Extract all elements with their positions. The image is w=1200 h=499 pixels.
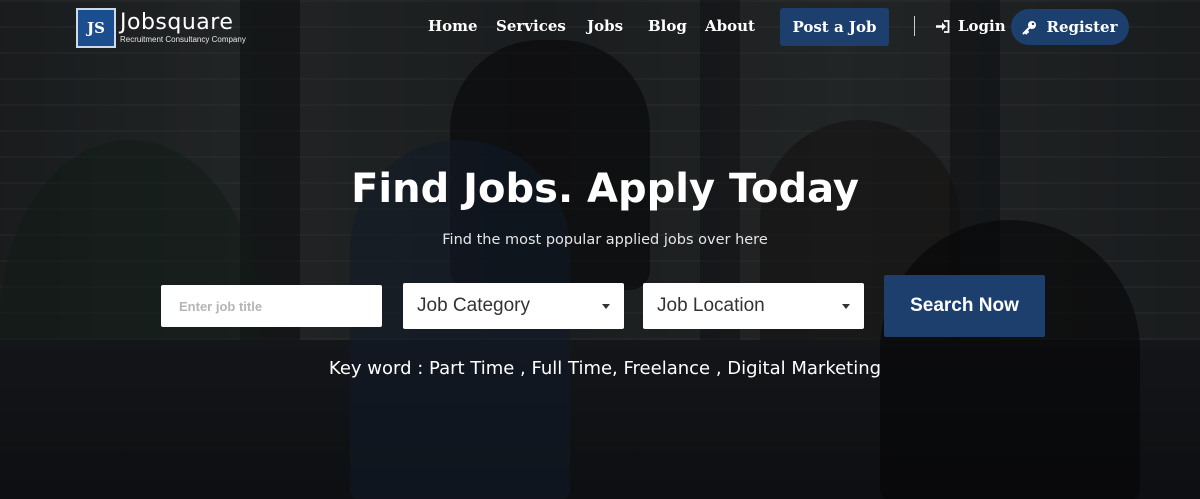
job-title-input[interactable] <box>161 285 382 327</box>
job-location-value: Job Location <box>657 295 765 316</box>
logo-text: Jobsquare Recruitment Consultancy Compan… <box>120 12 246 44</box>
hero-title: Find Jobs. Apply Today <box>351 166 859 212</box>
job-location-select[interactable]: Job Location <box>643 283 864 329</box>
job-category-value: Job Category <box>417 295 531 316</box>
site-logo[interactable]: JS Jobsquare Recruitment Consultancy Com… <box>76 8 246 48</box>
job-category-select[interactable]: Job Category <box>403 283 624 329</box>
key-icon <box>1022 20 1037 35</box>
nav-services[interactable]: Services <box>496 17 566 35</box>
register-label: Register <box>1046 18 1118 36</box>
nav-home[interactable]: Home <box>428 17 478 35</box>
caret-down-icon <box>842 304 850 309</box>
post-job-button[interactable]: Post a Job <box>780 8 889 46</box>
login-link[interactable]: Login <box>935 17 1006 35</box>
register-button[interactable]: Register <box>1011 9 1129 45</box>
nav-blog[interactable]: Blog <box>648 17 687 35</box>
logo-mark: JS <box>76 8 116 48</box>
sign-in-icon <box>935 19 950 33</box>
keyword-list: Key word : Part Time , Full Time, Freela… <box>328 358 882 379</box>
navbar: JS Jobsquare Recruitment Consultancy Com… <box>0 0 1200 54</box>
caret-down-icon <box>602 304 610 309</box>
search-now-button[interactable]: Search Now <box>884 275 1045 337</box>
nav-divider <box>914 16 915 36</box>
login-label: Login <box>958 17 1006 35</box>
hero-subtitle: Find the most popular applied jobs over … <box>442 232 768 248</box>
nav-jobs[interactable]: Jobs <box>587 17 623 35</box>
hero-overlay <box>0 0 1200 499</box>
hero-section: JS Jobsquare Recruitment Consultancy Com… <box>0 0 1200 499</box>
nav-about[interactable]: About <box>705 17 755 35</box>
logo-tagline: Recruitment Consultancy Company <box>120 35 246 44</box>
logo-name: Jobsquare <box>120 10 234 35</box>
